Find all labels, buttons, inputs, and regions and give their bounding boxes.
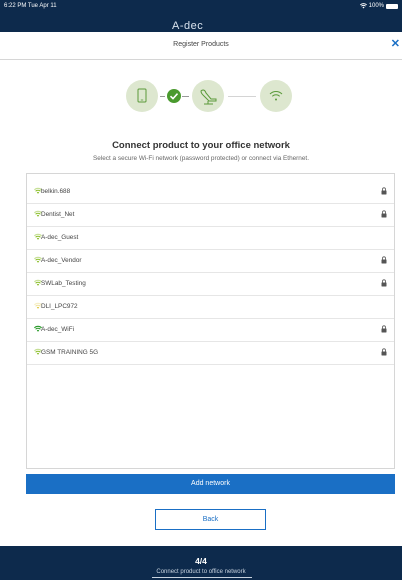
- network-name: GSM TRAINING 5G: [41, 349, 99, 356]
- lock-icon: [381, 187, 387, 195]
- battery-percent: 100%: [368, 3, 384, 9]
- network-name: A-dec_Guest: [41, 234, 79, 241]
- section-heading: Connect product to your office network: [112, 140, 290, 151]
- step-chair: [192, 80, 224, 112]
- dental-chair-icon: [200, 89, 217, 105]
- progress-steps: [126, 80, 292, 114]
- tablet-icon: [137, 88, 147, 103]
- connector-line: [160, 96, 165, 97]
- add-network-button[interactable]: Add network: [26, 474, 395, 494]
- network-name: A-dec_WiFi: [41, 326, 75, 333]
- network-item[interactable]: Dentist_Net: [27, 204, 394, 227]
- lock-icon: [381, 348, 387, 356]
- network-item[interactable]: DLI_LPC972: [27, 296, 394, 319]
- step-device: [126, 80, 158, 112]
- network-item[interactable]: GSM TRAINING 5G: [27, 342, 394, 365]
- step-counter: 4/4: [195, 556, 207, 566]
- status-bar: 6:22 PM Tue Apr 11 100% A-dec: [0, 0, 402, 32]
- lock-icon: [381, 210, 387, 218]
- footer-progress: 4/4 Connect product to office network: [0, 546, 402, 580]
- status-time: 6:22 PM Tue Apr 11: [4, 3, 57, 9]
- connector-line: [228, 96, 256, 97]
- wifi-icon: [269, 91, 283, 101]
- home-indicator: [152, 577, 252, 578]
- check-icon: [167, 89, 181, 103]
- status-right: 100%: [359, 3, 398, 9]
- network-name: A-dec_Vendor: [41, 257, 82, 264]
- connector-line: [182, 96, 189, 97]
- network-name: SWLab_Testing: [41, 280, 86, 287]
- page-title: Register Products: [173, 41, 229, 48]
- network-item[interactable]: A-dec_Guest: [27, 227, 394, 250]
- battery-icon: [386, 3, 398, 9]
- lock-icon: [381, 256, 387, 264]
- wifi-status-icon: [359, 3, 367, 9]
- back-button[interactable]: Back: [155, 509, 266, 530]
- network-item[interactable]: SWLab_Testing: [27, 273, 394, 296]
- step-network: [260, 80, 292, 112]
- network-name: belkin.688: [41, 188, 71, 195]
- network-item[interactable]: A-dec_Vendor: [27, 250, 394, 273]
- section-subheading: Select a secure Wi-Fi network (password …: [93, 155, 309, 162]
- network-name: DLI_LPC972: [41, 303, 78, 310]
- brand-logo: A-dec: [172, 20, 204, 32]
- network-name: Dentist_Net: [41, 211, 75, 218]
- network-item[interactable]: A-dec_WiFi: [27, 319, 394, 342]
- close-button[interactable]: ✕: [391, 37, 400, 50]
- nav-bar: Register Products ✕: [0, 32, 402, 60]
- lock-icon: [381, 325, 387, 333]
- network-item[interactable]: belkin.688: [27, 181, 394, 204]
- step-label: Connect product to office network: [156, 569, 246, 575]
- lock-icon: [381, 279, 387, 287]
- network-list[interactable]: belkin.688 Dentist_Net A-dec_Guest A-dec…: [26, 173, 395, 469]
